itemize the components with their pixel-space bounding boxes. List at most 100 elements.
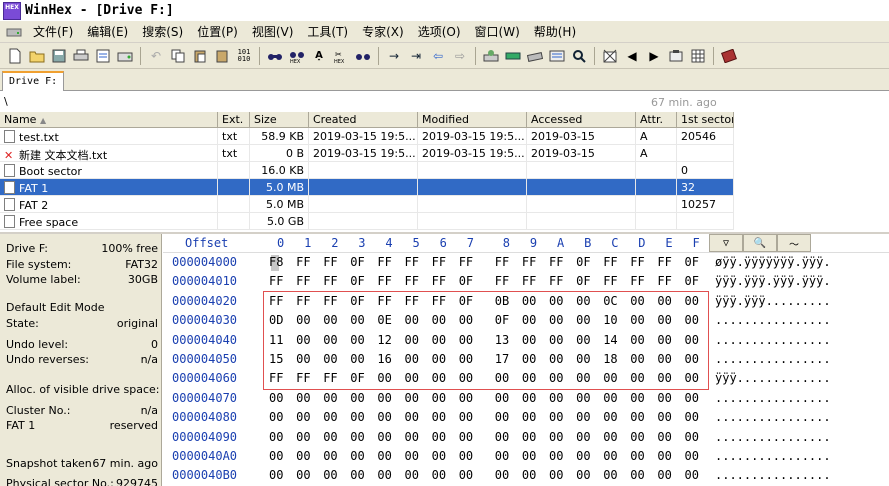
hex-byte[interactable]: 00 bbox=[405, 430, 425, 444]
table-icon[interactable] bbox=[689, 47, 707, 65]
hex-byte[interactable]: 00 bbox=[377, 371, 397, 385]
properties-icon[interactable] bbox=[94, 47, 112, 65]
hex-byte[interactable]: 10 bbox=[603, 313, 623, 327]
hex-byte[interactable]: FF bbox=[603, 255, 623, 269]
copy-icon[interactable] bbox=[169, 47, 187, 65]
menu-options[interactable]: 选项(O) bbox=[411, 23, 468, 40]
hex-byte[interactable]: 00 bbox=[296, 313, 316, 327]
hex-byte[interactable]: 00 bbox=[522, 371, 542, 385]
hex-byte[interactable]: 00 bbox=[576, 468, 596, 482]
hex-byte[interactable]: 00 bbox=[405, 449, 425, 463]
menu-tools[interactable]: 工具(T) bbox=[300, 23, 355, 40]
hex-byte[interactable]: 0F bbox=[350, 255, 370, 269]
hex-byte[interactable]: 00 bbox=[549, 449, 569, 463]
replace-text-icon[interactable]: A͎ bbox=[310, 47, 328, 65]
menu-position[interactable]: 位置(P) bbox=[190, 23, 245, 40]
hex-byte[interactable]: 00 bbox=[459, 449, 479, 463]
hex-byte[interactable]: 00 bbox=[685, 371, 705, 385]
hex-byte[interactable]: FF bbox=[377, 274, 397, 288]
hex-byte[interactable]: FF bbox=[377, 294, 397, 308]
hex-byte[interactable]: 00 bbox=[576, 313, 596, 327]
file-row[interactable]: FAT 1 5.0 MB 32 bbox=[0, 179, 734, 196]
hex-byte[interactable]: 00 bbox=[630, 449, 650, 463]
hex-byte[interactable]: 00 bbox=[495, 391, 515, 405]
hex-byte[interactable]: 00 bbox=[432, 333, 452, 347]
hex-byte[interactable]: 00 bbox=[603, 449, 623, 463]
hex-byte[interactable]: 00 bbox=[685, 410, 705, 424]
menu-view[interactable]: 视图(V) bbox=[245, 23, 301, 40]
hex-byte[interactable]: 0F bbox=[350, 274, 370, 288]
hex-byte[interactable]: FF bbox=[296, 371, 316, 385]
hex-byte[interactable]: FF bbox=[296, 294, 316, 308]
column-name[interactable]: Name ▲ bbox=[0, 112, 218, 128]
hex-byte[interactable]: 00 bbox=[549, 313, 569, 327]
hex-byte[interactable]: 0D bbox=[269, 313, 289, 327]
menu-specialist[interactable]: 专家(X) bbox=[355, 23, 411, 40]
hex-byte[interactable]: 00 bbox=[323, 352, 343, 366]
menu-edit[interactable]: 编辑(E) bbox=[80, 23, 135, 40]
hex-byte[interactable]: 00 bbox=[459, 391, 479, 405]
hex-byte[interactable]: 00 bbox=[522, 391, 542, 405]
hex-byte[interactable]: 00 bbox=[522, 294, 542, 308]
menu-help[interactable]: 帮助(H) bbox=[527, 23, 583, 40]
prev-icon[interactable]: ◀ bbox=[623, 47, 641, 65]
hex-byte[interactable]: 00 bbox=[432, 410, 452, 424]
hex-byte[interactable]: 00 bbox=[549, 333, 569, 347]
hex-byte[interactable]: 00 bbox=[657, 313, 677, 327]
hex-byte[interactable]: FF bbox=[432, 274, 452, 288]
hex-byte[interactable]: 00 bbox=[630, 410, 650, 424]
find-again-icon[interactable] bbox=[354, 47, 372, 65]
hex-byte[interactable]: 00 bbox=[350, 410, 370, 424]
hex-byte[interactable]: 00 bbox=[405, 352, 425, 366]
hex-byte[interactable]: 00 bbox=[495, 468, 515, 482]
file-row[interactable]: ✕ 新建 文本文档.txt txt 0 B 2019-03-15 19:5... 2019… bbox=[0, 145, 734, 162]
hex-byte[interactable]: FF bbox=[405, 255, 425, 269]
hex-byte[interactable]: 00 bbox=[576, 333, 596, 347]
ascii-cell[interactable]: ÿÿÿ.ÿÿÿ.ÿÿÿ.ÿÿÿ. bbox=[715, 274, 831, 288]
hex-byte[interactable]: 00 bbox=[269, 449, 289, 463]
hex-byte[interactable]: 00 bbox=[603, 410, 623, 424]
ascii-cell[interactable]: ................ bbox=[715, 430, 831, 444]
hex-byte[interactable]: 0F bbox=[685, 274, 705, 288]
goto-offset-icon[interactable]: → bbox=[385, 47, 403, 65]
hex-byte[interactable]: FF bbox=[323, 274, 343, 288]
search-icon[interactable] bbox=[570, 47, 588, 65]
hex-byte[interactable]: 00 bbox=[576, 430, 596, 444]
hex-byte[interactable]: 00 bbox=[495, 410, 515, 424]
disk-icon[interactable] bbox=[667, 47, 685, 65]
print-icon[interactable] bbox=[72, 47, 90, 65]
file-row[interactable]: Free space 5.0 GB bbox=[0, 213, 734, 230]
hex-byte[interactable]: 00 bbox=[657, 371, 677, 385]
hex-byte[interactable]: 00 bbox=[549, 430, 569, 444]
hex-byte[interactable]: 00 bbox=[549, 391, 569, 405]
hex-byte[interactable]: 13 bbox=[495, 333, 515, 347]
hex-byte[interactable]: 12 bbox=[377, 333, 397, 347]
hex-byte[interactable]: 00 bbox=[576, 371, 596, 385]
hex-byte[interactable]: 00 bbox=[296, 410, 316, 424]
new-icon[interactable] bbox=[6, 47, 24, 65]
hex-byte[interactable]: 00 bbox=[495, 449, 515, 463]
hex-byte[interactable]: 18 bbox=[603, 352, 623, 366]
hex-byte[interactable]: FF bbox=[495, 255, 515, 269]
hex-byte[interactable]: 0C bbox=[603, 294, 623, 308]
hex-byte[interactable]: 00 bbox=[296, 352, 316, 366]
hex-byte[interactable]: FF bbox=[405, 274, 425, 288]
hex-byte[interactable]: 00 bbox=[495, 371, 515, 385]
hex-byte[interactable]: 00 bbox=[685, 294, 705, 308]
hex-byte[interactable]: 00 bbox=[603, 430, 623, 444]
open-disk-icon[interactable] bbox=[116, 47, 134, 65]
hex-byte[interactable]: 00 bbox=[603, 391, 623, 405]
binary-icon[interactable]: 101 010 bbox=[235, 47, 253, 65]
ascii-cell[interactable]: ÿÿÿ.ÿÿÿ......... bbox=[715, 294, 831, 308]
hex-byte[interactable]: 00 bbox=[377, 410, 397, 424]
hex-byte[interactable]: FF bbox=[549, 274, 569, 288]
clipboard-icon[interactable] bbox=[213, 47, 231, 65]
hex-byte[interactable]: FF bbox=[630, 274, 650, 288]
forward-icon[interactable]: ⇨ bbox=[451, 47, 469, 65]
ascii-cell[interactable]: ÿÿÿ............. bbox=[715, 371, 831, 385]
back-icon[interactable]: ⇦ bbox=[429, 47, 447, 65]
column-created[interactable]: Created bbox=[309, 112, 418, 128]
tab-drive-f[interactable]: Drive F: bbox=[2, 71, 64, 91]
hex-byte[interactable]: 00 bbox=[603, 371, 623, 385]
hex-byte[interactable]: 00 bbox=[522, 449, 542, 463]
